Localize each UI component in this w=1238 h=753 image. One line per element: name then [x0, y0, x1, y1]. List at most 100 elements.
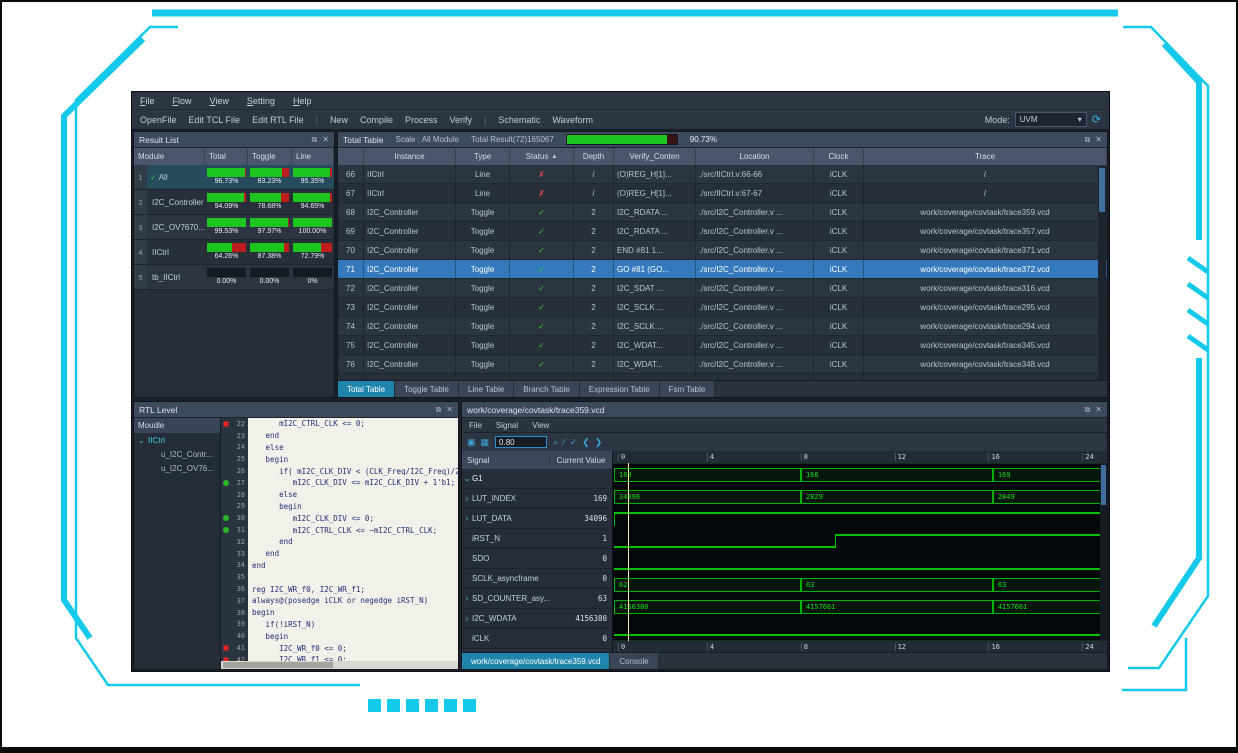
- toolbar-button[interactable]: OpenFile: [140, 115, 177, 125]
- vertical-scrollbar[interactable]: [1098, 166, 1106, 380]
- wave-tab[interactable]: work/coverage/covtask/trace359.vcd: [462, 653, 610, 669]
- code-line[interactable]: 30 mI2C_CLK_DIV <= 0;: [221, 512, 458, 524]
- close-icon[interactable]: ✕: [1095, 135, 1102, 145]
- column-header[interactable]: [338, 148, 364, 165]
- tree-item[interactable]: u_I2C_OV76...: [134, 461, 220, 475]
- gutter[interactable]: 30: [221, 512, 248, 524]
- scrollbar-thumb[interactable]: [1101, 465, 1106, 505]
- wave-lane[interactable]: 4156380 4157661 4157661: [613, 596, 1107, 618]
- grid-mode-icon[interactable]: ▦: [481, 437, 490, 448]
- code-line[interactable]: 35: [221, 571, 458, 583]
- column-header[interactable]: Total: [205, 148, 248, 165]
- column-header[interactable]: Location: [696, 148, 814, 165]
- table-row[interactable]: 1 ✓ All 96.73% 83.23% 95: [134, 165, 334, 190]
- gutter[interactable]: 24: [221, 442, 248, 454]
- signal-row[interactable]: ⌄ G1: [462, 469, 612, 489]
- table-row[interactable]: 3 I2C_OV7670... 99.53% 97.97%: [134, 215, 334, 240]
- expand-icon[interactable]: ›: [462, 494, 472, 503]
- code-line[interactable]: 37 always@(posedge iCLK or negedge iRST_…: [221, 595, 458, 607]
- expand-icon[interactable]: ›: [462, 614, 472, 623]
- gutter[interactable]: 29: [221, 501, 248, 513]
- wave-lane[interactable]: [613, 530, 1107, 552]
- gutter[interactable]: 22: [221, 418, 248, 430]
- gutter[interactable]: 23: [221, 430, 248, 442]
- gutter[interactable]: 36: [221, 583, 248, 595]
- column-header[interactable]: Toggle: [248, 148, 292, 165]
- table-tab[interactable]: Expression Table: [580, 381, 660, 397]
- table-row[interactable]: 5 tb_IICtrl 0.00% 0.00%: [134, 265, 334, 290]
- gutter[interactable]: 34: [221, 560, 248, 572]
- prev-edge-icon[interactable]: ❮: [582, 437, 590, 448]
- table-row[interactable]: 67 IICtrl Line ✗ / (O)REG_H[1]... ./src/…: [338, 184, 1107, 203]
- code-line[interactable]: 42 I2C_WR_f1 <= 0;: [221, 654, 458, 661]
- scrollbar-thumb[interactable]: [223, 662, 333, 668]
- toolbar-button[interactable]: Schematic: [498, 115, 540, 125]
- code-line[interactable]: 26 if( mI2C_CLK_DIV < (CLK_Freq/I2C_Freq…: [221, 465, 458, 477]
- table-row[interactable]: 71 I2C_Controller Toggle ✓ 2 GO #81 (GO.…: [338, 260, 1107, 279]
- gutter[interactable]: 31: [221, 524, 248, 536]
- undock-icon[interactable]: ⧉: [1085, 405, 1091, 415]
- refresh-icon[interactable]: ⟳: [1092, 113, 1101, 126]
- toolbar-button[interactable]: |: [316, 115, 318, 125]
- column-header[interactable]: Instance: [364, 148, 456, 165]
- code-line[interactable]: 34 end: [221, 560, 458, 572]
- gutter[interactable]: 39: [221, 619, 248, 631]
- code-line[interactable]: 23 end: [221, 430, 458, 442]
- code-line[interactable]: 27 mI2C_CLK_DIV <= mI2C_CLK_DIV + 1'b1;: [221, 477, 458, 489]
- signal-row[interactable]: › SD_COUNTER_asy... 63: [462, 589, 612, 609]
- code-line[interactable]: 32 end: [221, 536, 458, 548]
- menu-item[interactable]: File: [469, 421, 482, 430]
- column-header-status[interactable]: Status ▲: [510, 148, 574, 165]
- column-header[interactable]: Trace: [864, 148, 1107, 165]
- column-header[interactable]: Module: [134, 148, 205, 165]
- time-input[interactable]: [495, 436, 547, 448]
- waveform-canvas[interactable]: 0 4 8 12 16: [613, 451, 1107, 653]
- code-line[interactable]: 31 mI2C_CTRL_CLK <= ~mI2C_CTRL_CLK;: [221, 524, 458, 536]
- code-line[interactable]: 38 begin: [221, 607, 458, 619]
- menu-item[interactable]: File: [140, 96, 155, 106]
- signal-row[interactable]: › LUT_INDEX 169: [462, 489, 612, 509]
- tree-item[interactable]: u_I2C_Contr...: [134, 447, 220, 461]
- close-icon[interactable]: ✕: [446, 405, 453, 415]
- wave-lane[interactable]: 62 63 63: [613, 574, 1107, 596]
- table-row[interactable]: 73 I2C_Controller Toggle ✓ 2 I2C_SCLK ..…: [338, 298, 1107, 317]
- gutter[interactable]: 33: [221, 548, 248, 560]
- undock-icon[interactable]: ⧉: [312, 135, 318, 145]
- signal-row[interactable]: › LUT_DATA 34096: [462, 509, 612, 529]
- gutter[interactable]: 40: [221, 630, 248, 642]
- signal-row[interactable]: iCLK 0: [462, 629, 612, 649]
- undock-icon[interactable]: ⧉: [436, 405, 442, 415]
- slope-icon[interactable]: ∕: [563, 437, 565, 447]
- gutter[interactable]: 42: [221, 654, 248, 661]
- gutter[interactable]: 37: [221, 595, 248, 607]
- wave-tab[interactable]: Console: [610, 653, 658, 669]
- table-row[interactable]: 68 I2C_Controller Toggle ✓ 2 I2C_RDATA .…: [338, 203, 1107, 222]
- vertical-scrollbar[interactable]: [1100, 463, 1107, 641]
- wave-lane[interactable]: [613, 508, 1107, 530]
- gutter[interactable]: 25: [221, 453, 248, 465]
- menu-item[interactable]: View: [210, 96, 229, 106]
- next-edge-icon[interactable]: ❯: [595, 437, 603, 448]
- code-line[interactable]: 36 reg I2C_WR_f0, I2C_WR_f1;: [221, 583, 458, 595]
- column-header[interactable]: Type: [456, 148, 510, 165]
- signal-row[interactable]: SCLK_asyncframe 0: [462, 569, 612, 589]
- table-tab[interactable]: Toggle Table: [395, 381, 459, 397]
- gutter[interactable]: 41: [221, 642, 248, 654]
- column-header[interactable]: Clock: [814, 148, 864, 165]
- gutter[interactable]: 28: [221, 489, 248, 501]
- mode-select[interactable]: UVM ▾: [1015, 112, 1087, 127]
- table-row[interactable]: 74 I2C_Controller Toggle ✓ 2 I2C_SCLK ..…: [338, 317, 1107, 336]
- toolbar-button[interactable]: Waveform: [552, 115, 593, 125]
- table-row[interactable]: 75 I2C_Controller Toggle ✓ 2 I2C_WDAT...…: [338, 336, 1107, 355]
- table-tab[interactable]: Total Table: [338, 381, 395, 397]
- search-icon[interactable]: ⌕: [553, 437, 558, 448]
- table-row[interactable]: 70 I2C_Controller Toggle ✓ 2 END #81 1..…: [338, 241, 1107, 260]
- table-row[interactable]: 4 IICtrl 64.26% 87.38%: [134, 240, 334, 265]
- sort-icon[interactable]: ▲: [551, 154, 557, 160]
- signal-row[interactable]: SDO 0: [462, 549, 612, 569]
- close-icon[interactable]: ✕: [322, 135, 329, 145]
- wave-lane[interactable]: 169 166 169: [613, 464, 1107, 486]
- column-header[interactable]: Verify_Conten: [614, 148, 696, 165]
- code-line[interactable]: 25 begin: [221, 453, 458, 465]
- time-cursor[interactable]: [628, 463, 629, 641]
